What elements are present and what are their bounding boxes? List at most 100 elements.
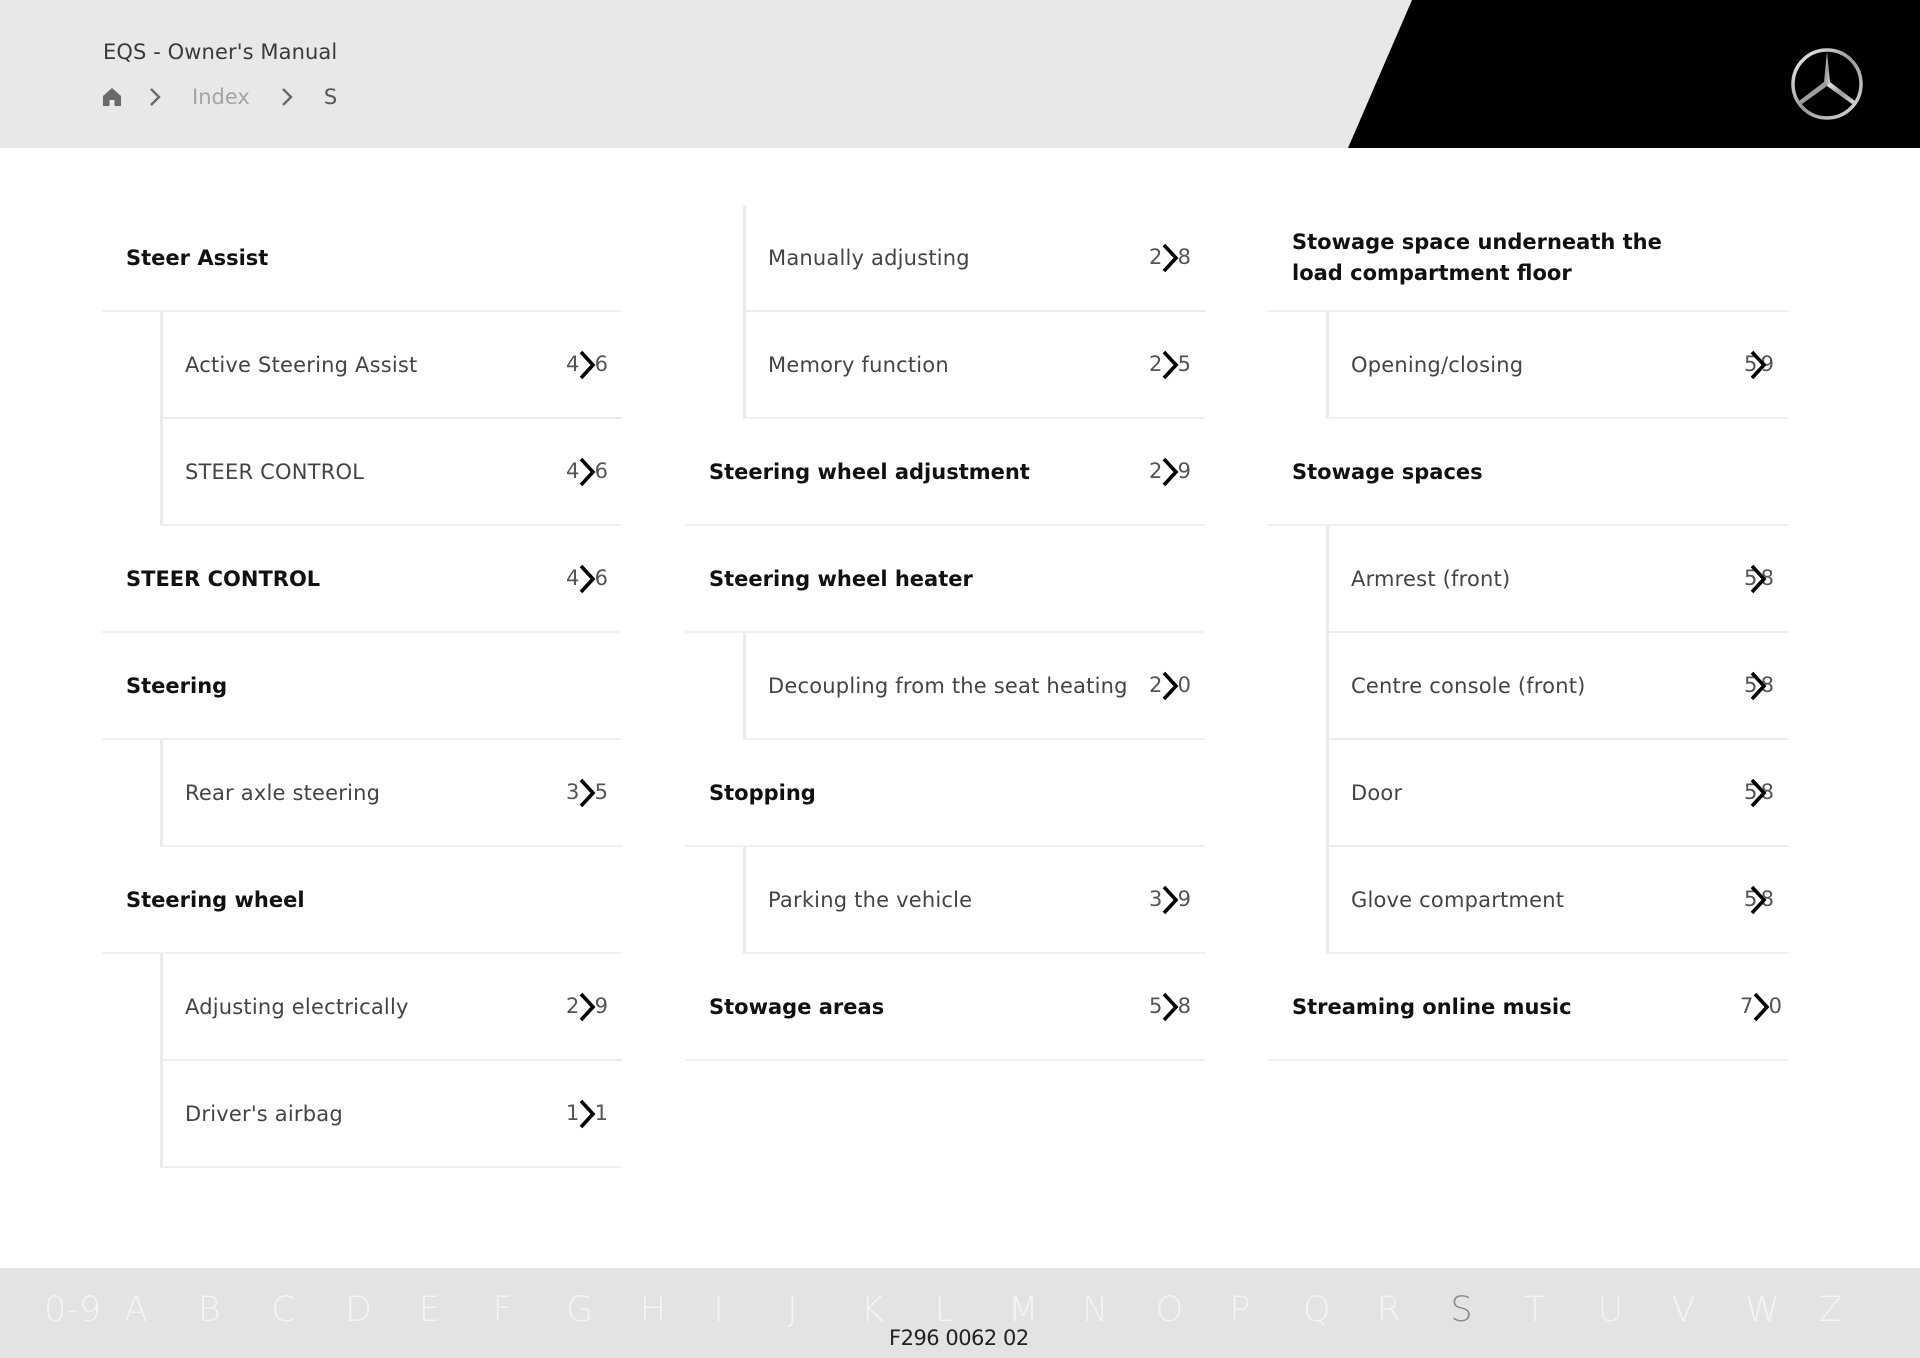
entry-label: Stowage space underneath the load compar… (1292, 229, 1662, 285)
index-subentry[interactable]: Manually adjusting 2 8 (743, 205, 1205, 312)
chevron-right-icon (1162, 992, 1179, 1021)
alpha-item-e[interactable]: E (419, 1290, 493, 1330)
chevron-right-icon (1162, 457, 1179, 486)
document-code: F296 0062 02 (889, 1326, 1029, 1350)
entry-label: Streaming online music (1292, 994, 1572, 1019)
alpha-item-b[interactable]: B (198, 1290, 272, 1330)
index-subentry[interactable]: Centre console (front) 5 8 (1326, 633, 1788, 740)
alpha-item-u[interactable]: U (1598, 1290, 1672, 1330)
alpha-item-n[interactable]: N (1082, 1290, 1156, 1330)
index-entry[interactable]: Steer Assist (102, 205, 622, 312)
index-subentry[interactable]: Decoupling from the seat heating 2 0 (743, 633, 1205, 740)
chevron-right-icon (579, 992, 596, 1021)
page-reference[interactable]: 2 9 (566, 990, 608, 1024)
entry-label: Steering wheel adjustment (709, 459, 1030, 484)
entry-label: Adjusting electrically (185, 994, 409, 1019)
index-column-2: Manually adjusting 2 8 Memory function 2… (685, 205, 1205, 1061)
mercedes-star-logo-icon[interactable] (1788, 45, 1866, 123)
page-reference[interactable]: 2 5 (1149, 348, 1191, 382)
index-entry[interactable]: STEER CONTROL 4 6 (102, 526, 622, 633)
entry-label: Stopping (709, 780, 816, 805)
entry-label: Armrest (front) (1351, 566, 1511, 591)
index-subentry[interactable]: Active Steering Assist 4 6 (160, 312, 622, 419)
index-entry[interactable]: Steering wheel (102, 847, 622, 954)
page-reference[interactable]: 5 9 (1744, 348, 1774, 382)
chevron-right-icon (1750, 778, 1767, 807)
chevron-right-icon (579, 778, 596, 807)
app-title: EQS - Owner's Manual (103, 40, 338, 64)
index-subentry[interactable]: Glove compartment 5 8 (1326, 847, 1788, 954)
chevron-right-icon (1750, 564, 1767, 593)
page-reference[interactable]: 4 6 (566, 348, 608, 382)
alpha-item-h[interactable]: H (640, 1290, 714, 1330)
alpha-item-j[interactable]: J (787, 1290, 861, 1330)
alpha-item-a[interactable]: A (124, 1290, 198, 1330)
chevron-right-icon (1162, 243, 1179, 272)
page-reference[interactable]: 5 8 (1744, 776, 1774, 810)
page-reference[interactable]: 7 0 (1740, 990, 1782, 1024)
page-reference[interactable]: 2 8 (1149, 241, 1191, 275)
index-entry[interactable]: Stowage spaces (1268, 419, 1788, 526)
alpha-item-k[interactable]: K (861, 1290, 935, 1330)
entry-label: Memory function (768, 352, 949, 377)
page-reference[interactable]: 5 8 (1744, 669, 1774, 703)
entry-label: Parking the vehicle (768, 887, 973, 912)
entry-label: Glove compartment (1351, 887, 1565, 912)
alpha-item-r[interactable]: R (1377, 1290, 1451, 1330)
index-subentry[interactable]: Adjusting electrically 2 9 (160, 954, 622, 1061)
alpha-item-p[interactable]: P (1229, 1290, 1303, 1330)
alpha-item-w[interactable]: W (1745, 1290, 1819, 1330)
page-reference[interactable]: 4 6 (566, 562, 608, 596)
alpha-item-c[interactable]: C (271, 1290, 345, 1330)
home-icon[interactable] (100, 85, 124, 109)
alpha-item-i[interactable]: I (714, 1290, 788, 1330)
page-reference[interactable]: 3 9 (1149, 883, 1191, 917)
index-entry[interactable]: Steering (102, 633, 622, 740)
alpha-item-f[interactable]: F (492, 1290, 566, 1330)
entry-label: Door (1351, 780, 1403, 805)
page-reference[interactable]: 2 0 (1149, 669, 1191, 703)
page-reference[interactable]: 1 1 (566, 1097, 608, 1131)
chevron-right-icon (1750, 671, 1767, 700)
page-reference[interactable]: 5 8 (1744, 562, 1774, 596)
alpha-item-d[interactable]: D (345, 1290, 419, 1330)
index-subentry[interactable]: Rear axle steering 3 5 (160, 740, 622, 847)
index-subentry[interactable]: Parking the vehicle 3 9 (743, 847, 1205, 954)
breadcrumb-index-link[interactable]: Index (192, 85, 250, 109)
index-subentry[interactable]: STEER CONTROL 4 6 (160, 419, 622, 526)
index-subentry[interactable]: Driver's airbag 1 1 (160, 1061, 622, 1168)
alpha-item-o[interactable]: O (1156, 1290, 1230, 1330)
page-reference[interactable]: 2 9 (1149, 455, 1191, 489)
index-entry[interactable]: Stowage space underneath the load compar… (1268, 205, 1788, 312)
page-reference[interactable]: 3 5 (566, 776, 608, 810)
chevron-right-icon (579, 564, 596, 593)
index-subentry[interactable]: Memory function 2 5 (743, 312, 1205, 419)
index-entry[interactable]: Stowage areas 5 8 (685, 954, 1205, 1061)
alpha-item-t[interactable]: T (1524, 1290, 1598, 1330)
index-entry[interactable]: Streaming online music 7 0 (1268, 954, 1788, 1061)
alpha-item-g[interactable]: G (566, 1290, 640, 1330)
chevron-right-icon (1753, 992, 1770, 1021)
index-entry[interactable]: Steering wheel adjustment 2 9 (685, 419, 1205, 526)
alpha-item-l[interactable]: L (935, 1290, 1009, 1330)
index-subentry[interactable]: Opening/closing 5 9 (1326, 312, 1788, 419)
alpha-item-v[interactable]: V (1671, 1290, 1745, 1330)
alpha-item-m[interactable]: M (1008, 1290, 1082, 1330)
alphabet-list: 0-9 A B C D E F G H I J K L M N O P Q R … (44, 1290, 1893, 1330)
index-entry[interactable]: Stopping (685, 740, 1205, 847)
alpha-item-s-active[interactable]: S (1450, 1290, 1524, 1330)
chevron-right-icon (1750, 885, 1767, 914)
page-reference[interactable]: 4 6 (566, 455, 608, 489)
alpha-item-0-9[interactable]: 0-9 (44, 1290, 124, 1330)
index-subentry[interactable]: Armrest (front) 5 8 (1326, 526, 1788, 633)
index-entry[interactable]: Steering wheel heater (685, 526, 1205, 633)
page-reference[interactable]: 5 8 (1744, 883, 1774, 917)
chevron-right-icon (579, 1099, 596, 1128)
page-reference[interactable]: 5 8 (1149, 990, 1191, 1024)
alpha-item-q[interactable]: Q (1303, 1290, 1377, 1330)
chevron-right-icon (579, 457, 596, 486)
alpha-item-z[interactable]: Z (1819, 1290, 1893, 1330)
header: EQS - Owner's Manual Index S (0, 0, 1920, 148)
index-subentry[interactable]: Door 5 8 (1326, 740, 1788, 847)
breadcrumb: Index S (100, 82, 337, 112)
